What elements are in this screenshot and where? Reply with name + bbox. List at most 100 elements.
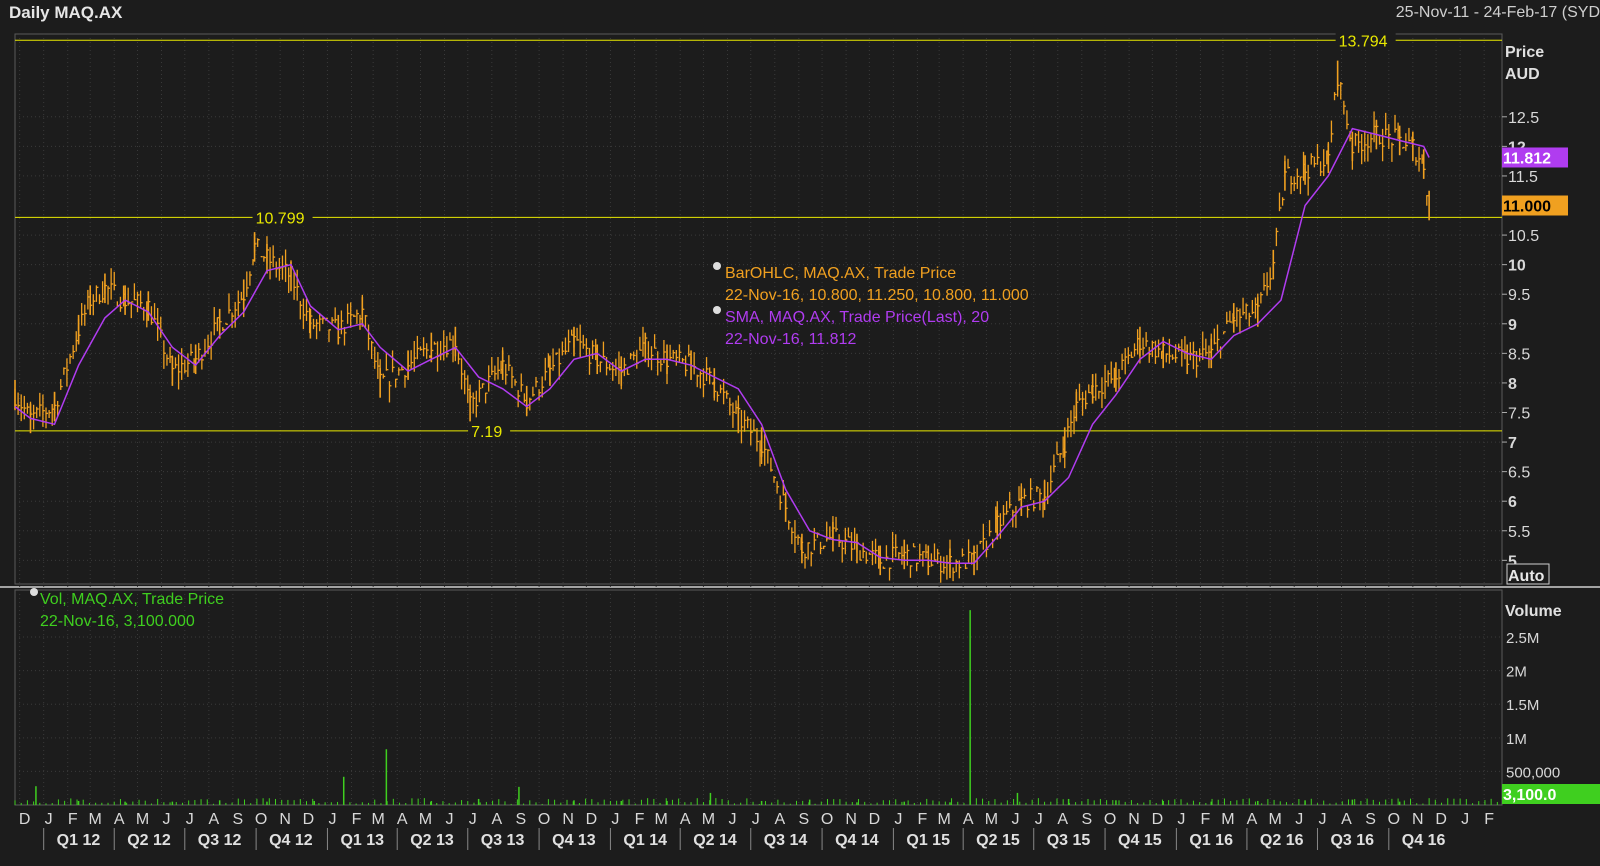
x-month-label: A	[1057, 811, 1068, 828]
x-quarter-label: Q3 14	[764, 832, 808, 849]
x-month-label: D	[1152, 811, 1164, 828]
x-month-label: F	[1201, 811, 1211, 828]
x-month-label: A	[1341, 811, 1352, 828]
x-quarter-label: Q3 13	[481, 832, 525, 849]
reference-line-label: 7.19	[471, 424, 502, 441]
x-month-label: A	[680, 811, 691, 828]
x-month-label: N	[1128, 811, 1140, 828]
x-month-label: M	[89, 811, 102, 828]
volume-tick-label: 1M	[1506, 731, 1527, 748]
x-quarter-label: Q2 13	[410, 832, 454, 849]
x-month-label: J	[186, 811, 194, 828]
y-tick-label: 9	[1508, 317, 1517, 334]
x-month-label: J	[1461, 811, 1469, 828]
x-month-label: M	[1269, 811, 1282, 828]
reference-line-label: 10.799	[256, 210, 305, 227]
x-month-label: D	[1435, 811, 1447, 828]
x-quarter-label: Q1 12	[57, 832, 101, 849]
y-tick-label: 7	[1508, 435, 1517, 452]
x-month-label: A	[774, 811, 785, 828]
x-quarter-label: Q2 15	[976, 832, 1020, 849]
x-quarter-label: Q1 14	[623, 832, 667, 849]
x-month-label: M	[937, 811, 950, 828]
x-month-label: J	[328, 811, 336, 828]
x-month-label: J	[446, 811, 454, 828]
x-month-label: F	[352, 811, 362, 828]
x-month-label: J	[45, 811, 53, 828]
volume-current-label: 3,100.0	[1503, 787, 1556, 804]
x-month-label: A	[491, 811, 502, 828]
x-month-label: A	[397, 811, 408, 828]
x-month-label: J	[1318, 811, 1326, 828]
legend-marker	[713, 262, 721, 270]
x-month-label: J	[163, 811, 171, 828]
x-month-label: S	[798, 811, 809, 828]
x-month-label: N	[562, 811, 574, 828]
x-month-label: J	[469, 811, 477, 828]
price-axis-unit: AUD	[1505, 66, 1540, 83]
volume-tick-label: 500,000	[1506, 764, 1560, 781]
volume-tick-label: 1.5M	[1506, 697, 1539, 714]
y-tick-label: 12.5	[1508, 110, 1539, 127]
x-month-label: F	[918, 811, 928, 828]
x-quarter-label: Q3 12	[198, 832, 242, 849]
x-month-label: S	[1365, 811, 1376, 828]
volume-legend-label: Vol, MAQ.AX, Trade Price	[40, 591, 224, 608]
x-quarter-label: Q2 12	[127, 832, 171, 849]
y-tick-label: 11.5	[1508, 169, 1538, 186]
x-month-label: O	[1388, 811, 1400, 828]
sma-legend-values: 22-Nov-16, 11.812	[725, 331, 856, 348]
x-month-label: D	[586, 811, 598, 828]
x-month-label: M	[372, 811, 385, 828]
x-month-label: J	[611, 811, 619, 828]
x-month-label: A	[208, 811, 219, 828]
x-month-label: J	[1295, 811, 1303, 828]
reference-line-label: 13.794	[1339, 33, 1388, 50]
volume-axis-title: Volume	[1505, 603, 1562, 620]
x-month-label: A	[114, 811, 125, 828]
x-month-label: O	[821, 811, 833, 828]
x-quarter-label: Q1 13	[340, 832, 384, 849]
x-quarter-label: Q4 16	[1402, 832, 1446, 849]
legend-marker	[713, 306, 721, 314]
x-month-label: J	[752, 811, 760, 828]
volume-tick-label: 2M	[1506, 664, 1527, 681]
x-month-label: S	[515, 811, 526, 828]
x-month-label: N	[279, 811, 291, 828]
y-tick-label: 7.5	[1508, 405, 1530, 422]
x-month-label: M	[136, 811, 149, 828]
legend-marker	[30, 588, 38, 596]
x-month-label: J	[1177, 811, 1185, 828]
x-month-label: J	[728, 811, 736, 828]
y-tick-label: 8	[1508, 376, 1517, 393]
x-month-label: A	[963, 811, 974, 828]
x-month-label: S	[233, 811, 244, 828]
volume-panel-frame	[14, 589, 1503, 806]
y-tick-label: 6.5	[1508, 465, 1530, 482]
x-month-label: J	[1011, 811, 1019, 828]
x-month-label: F	[68, 811, 78, 828]
x-quarter-label: Q2 14	[693, 832, 737, 849]
x-month-label: S	[1081, 811, 1092, 828]
x-month-label: A	[1247, 811, 1258, 828]
x-quarter-label: Q1 15	[906, 832, 950, 849]
chart-canvas[interactable]: 55.566.577.588.599.51010.511.51212.5500,…	[0, 26, 1600, 866]
y-tick-label: 10	[1508, 258, 1526, 275]
y-tick-label: 6	[1508, 494, 1517, 511]
x-month-label: N	[1412, 811, 1424, 828]
y-tick-label: 5.5	[1508, 524, 1530, 541]
chart-header: Daily MAQ.AX 25-Nov-11 - 24-Feb-17 (SYD	[0, 0, 1600, 26]
x-month-label: D	[869, 811, 881, 828]
price-axis-title: Price	[1505, 44, 1544, 61]
x-quarter-label: Q1 16	[1189, 832, 1233, 849]
x-month-label: J	[1035, 811, 1043, 828]
x-quarter-label: Q4 15	[1118, 832, 1162, 849]
x-month-label: M	[419, 811, 432, 828]
x-month-label: M	[985, 811, 998, 828]
y-tick-label: 10.5	[1508, 228, 1539, 245]
x-month-label: J	[894, 811, 902, 828]
current-value-label: 11.812	[1503, 150, 1551, 167]
x-month-label: M	[654, 811, 667, 828]
x-quarter-label: Q3 16	[1330, 832, 1374, 849]
y-tick-label: 8.5	[1508, 346, 1530, 363]
